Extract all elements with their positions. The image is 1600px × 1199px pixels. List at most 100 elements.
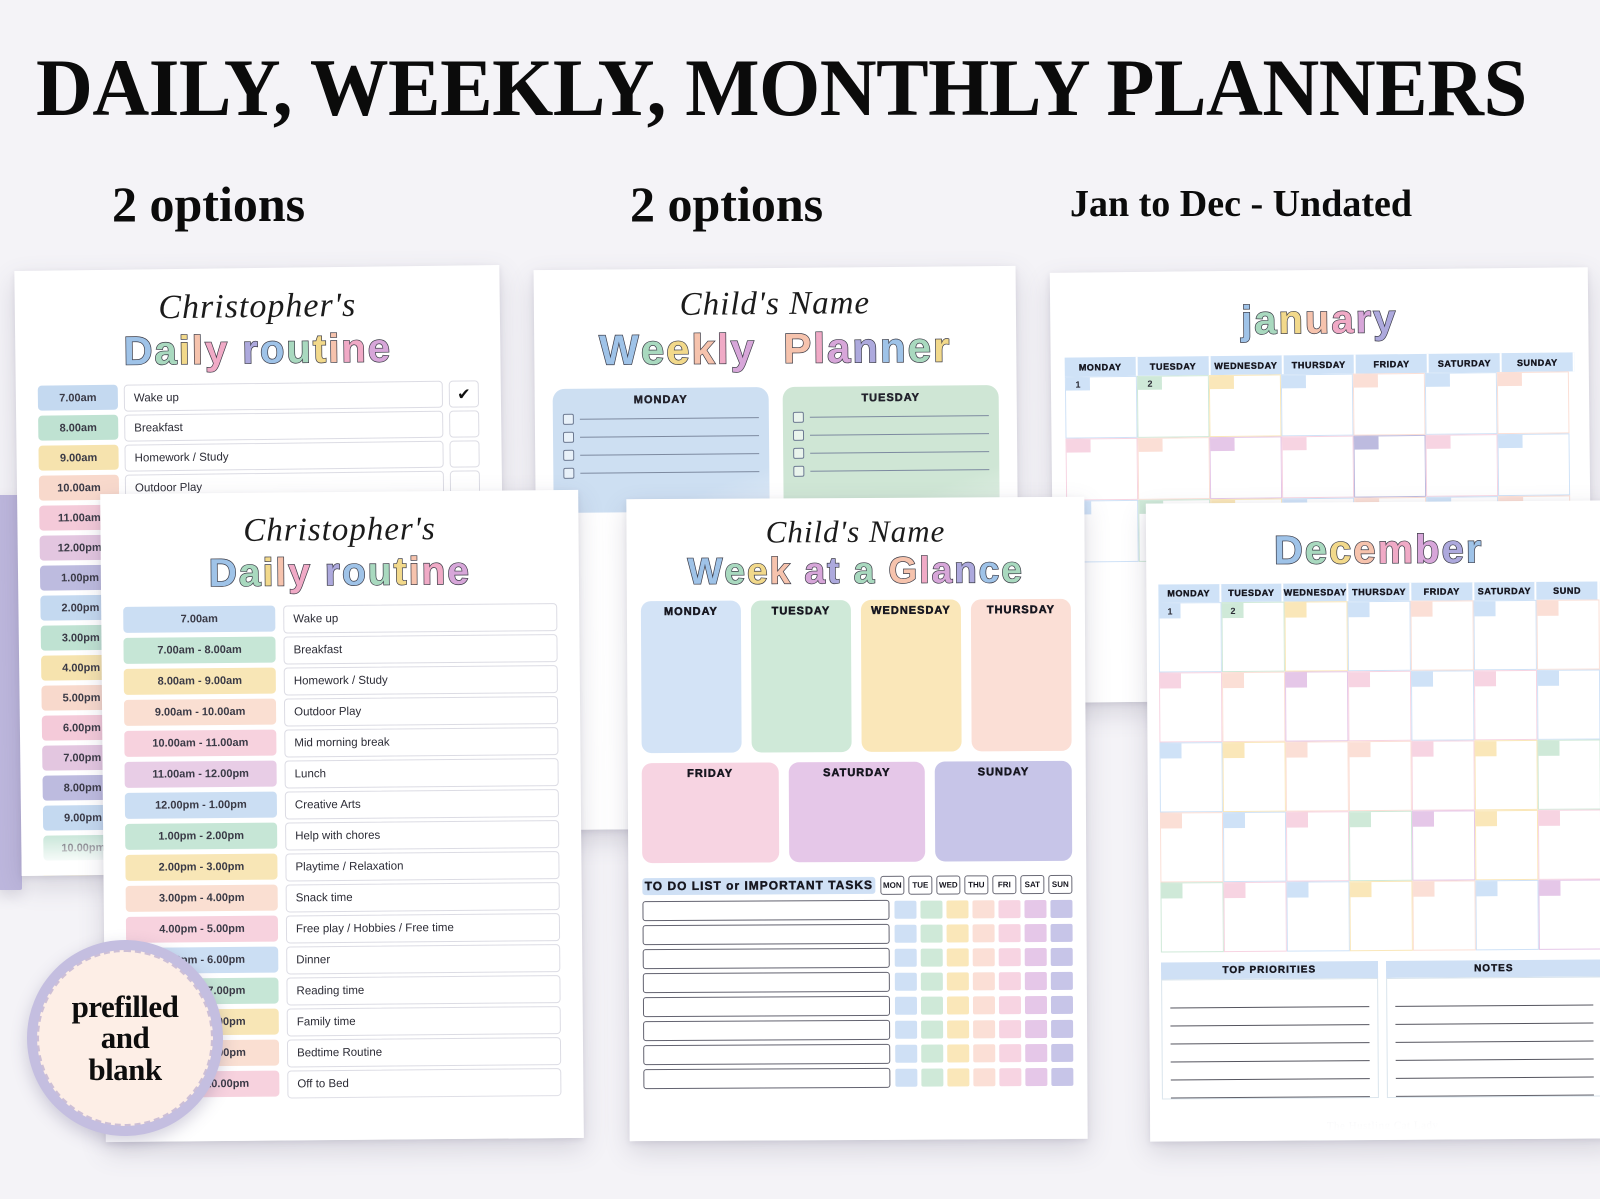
checkbox-icon[interactable]	[792, 429, 805, 441]
glance-day-card[interactable]: MONDAY	[640, 600, 742, 754]
weekly-task-line[interactable]	[562, 430, 760, 443]
todo-day-chip[interactable]: FRI	[992, 875, 1017, 895]
calendar-day-cell[interactable]	[1281, 435, 1355, 499]
daily-1-checkbox[interactable]: ✔	[448, 380, 480, 408]
weekly-task-line[interactable]	[562, 412, 759, 425]
calendar-day-cell[interactable]	[1159, 812, 1224, 883]
todo-day-cell[interactable]	[972, 924, 995, 943]
todo-day-cell[interactable]	[1024, 996, 1048, 1015]
daily-2-task[interactable]: Bedtime Routine	[286, 1037, 562, 1068]
calendar-day-cell[interactable]	[1065, 437, 1139, 501]
daily-2-task[interactable]: Dinner	[286, 944, 561, 975]
calendar-day-cell[interactable]	[1284, 671, 1349, 742]
calendar-day-cell[interactable]	[1536, 599, 1600, 670]
calendar-day-cell[interactable]	[1222, 811, 1287, 883]
todo-day-cell[interactable]	[999, 1020, 1022, 1039]
calendar-day-cell[interactable]	[1280, 373, 1354, 437]
weekly-task-line[interactable]	[563, 466, 760, 479]
checkbox-icon[interactable]	[563, 467, 575, 479]
calendar-day-cell[interactable]	[1221, 671, 1286, 743]
todo-day-cell[interactable]	[999, 1044, 1022, 1063]
calendar-day-cell[interactable]	[1473, 599, 1537, 671]
calendar-day-cell[interactable]	[1347, 600, 1411, 672]
calendar-day-cell[interactable]	[1410, 670, 1475, 741]
daily-2-task[interactable]: Free play / Hobbies / Free time	[285, 913, 561, 944]
calendar-day-cell[interactable]	[1286, 881, 1350, 952]
calendar-day-cell[interactable]	[1349, 880, 1413, 952]
daily-2-task[interactable]: Off to Bed	[287, 1068, 562, 1099]
todo-day-cell[interactable]	[946, 900, 969, 919]
todo-day-cell[interactable]	[894, 924, 917, 943]
calendar-day-cell[interactable]	[1425, 434, 1499, 497]
daily-2-task[interactable]: Family time	[286, 1006, 561, 1037]
todo-day-cell[interactable]	[1025, 1044, 1048, 1063]
daily-1-checkbox[interactable]	[449, 410, 480, 438]
todo-day-cell[interactable]	[1050, 995, 1074, 1014]
todo-day-cell[interactable]	[1051, 1019, 1074, 1038]
todo-day-chip[interactable]: SUN	[1048, 874, 1073, 894]
todo-input[interactable]	[642, 947, 890, 970]
daily-2-task[interactable]: Help with chores	[285, 820, 560, 851]
todo-input[interactable]	[643, 1067, 891, 1090]
calendar-day-cell[interactable]	[1347, 670, 1412, 742]
calendar-day-cell[interactable]	[1160, 882, 1224, 953]
calendar-day-cell[interactable]	[1411, 740, 1475, 811]
calendar-day-cell[interactable]	[1208, 374, 1282, 438]
todo-day-cell[interactable]	[1024, 972, 1047, 991]
todo-day-cell[interactable]	[1050, 947, 1073, 966]
calendar-day-cell[interactable]	[1410, 600, 1474, 671]
calendar-day-cell[interactable]	[1348, 810, 1413, 882]
todo-day-cell[interactable]	[894, 948, 917, 967]
weekly-day-card[interactable]: MONDAY	[552, 387, 770, 513]
todo-day-cell[interactable]	[946, 996, 970, 1015]
todo-day-cell[interactable]	[998, 972, 1021, 991]
todo-day-cell[interactable]	[894, 996, 918, 1015]
calendar-day-cell[interactable]	[1348, 740, 1412, 812]
calendar-day-cell[interactable]: 1	[1158, 602, 1222, 673]
todo-day-cell[interactable]	[1024, 900, 1047, 919]
todo-input[interactable]	[642, 923, 890, 946]
todo-day-cell[interactable]	[946, 948, 969, 967]
daily-2-task[interactable]: Playtime / Relaxation	[285, 851, 560, 882]
checkbox-icon[interactable]	[793, 465, 805, 477]
todo-day-cell[interactable]	[998, 948, 1021, 967]
calendar-day-cell[interactable]	[1475, 879, 1539, 951]
todo-day-cell[interactable]	[895, 1044, 918, 1063]
calendar-day-cell[interactable]	[1473, 669, 1538, 741]
todo-day-cell[interactable]	[973, 1044, 996, 1063]
todo-day-cell[interactable]	[921, 1044, 944, 1063]
todo-day-cell[interactable]	[946, 972, 969, 991]
glance-day-card[interactable]: SUNDAY	[935, 760, 1073, 862]
calendar-day-cell[interactable]	[1538, 879, 1600, 950]
calendar-day-cell[interactable]: 2	[1221, 601, 1285, 673]
todo-day-cell[interactable]	[1025, 1068, 1048, 1087]
todo-day-cell[interactable]	[1051, 1067, 1074, 1086]
calendar-day-cell[interactable]	[1137, 437, 1211, 500]
todo-day-cell[interactable]	[895, 1020, 918, 1039]
daily-2-task[interactable]: Breakfast	[283, 634, 558, 665]
glance-day-card[interactable]: WEDNESDAY	[860, 599, 962, 752]
todo-day-cell[interactable]	[947, 1020, 970, 1039]
daily-2-task[interactable]: Wake up	[283, 603, 558, 634]
todo-day-cell[interactable]	[895, 1068, 918, 1087]
calendar-day-cell[interactable]	[1222, 741, 1286, 813]
todo-day-cell[interactable]	[972, 948, 995, 967]
calendar-day-cell[interactable]	[1496, 371, 1570, 435]
todo-day-cell[interactable]	[1024, 948, 1047, 967]
todo-day-cell[interactable]	[1050, 971, 1073, 990]
todo-day-cell[interactable]	[894, 972, 917, 991]
daily-2-task[interactable]: Snack time	[285, 882, 560, 913]
todo-day-cell[interactable]	[973, 1020, 996, 1039]
week-at-a-glance-sheet[interactable]: Child's Name Week at a Glance MONDAY TUES…	[626, 496, 1088, 1142]
calendar-day-cell[interactable]	[1536, 669, 1600, 740]
calendar-day-cell[interactable]	[1412, 880, 1476, 951]
calendar-day-cell[interactable]	[1497, 433, 1571, 497]
daily-1-task[interactable]: Wake up	[123, 380, 444, 412]
weekly-task-line[interactable]	[563, 448, 760, 461]
daily-1-task[interactable]: Homework / Study	[124, 440, 444, 472]
todo-day-cell[interactable]	[998, 900, 1021, 919]
todo-day-cell[interactable]	[999, 1068, 1022, 1087]
todo-day-cell[interactable]	[894, 900, 917, 919]
todo-day-cell[interactable]	[921, 1020, 944, 1039]
todo-day-chip[interactable]: WED	[936, 875, 961, 895]
